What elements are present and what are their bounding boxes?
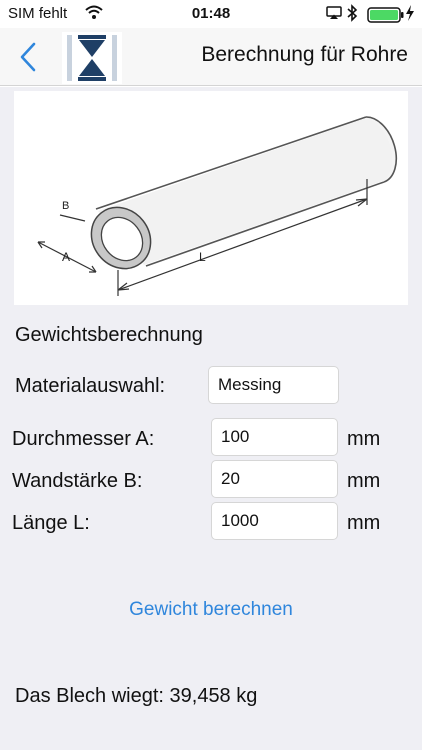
page-title: Berechnung für Rohre: [201, 43, 408, 66]
result-text: Das Blech wiegt: 39,458 kg: [15, 685, 258, 707]
back-button[interactable]: [14, 40, 44, 74]
diameter-input[interactable]: 100: [211, 418, 338, 456]
length-unit: mm: [347, 512, 381, 534]
wall-label: Wandstärke B:: [12, 470, 143, 492]
length-input[interactable]: 1000: [211, 502, 338, 540]
diameter-label: Durchmesser A:: [12, 428, 155, 450]
section-title: Gewichtsberechnung: [15, 324, 203, 346]
navigation-bar: Berechnung für Rohre: [0, 28, 422, 86]
label-b: B: [62, 200, 69, 212]
bluetooth-icon: [346, 4, 358, 26]
material-label: Materialauswahl:: [15, 375, 166, 397]
airplay-icon: [326, 6, 342, 24]
wall-unit: mm: [347, 470, 381, 492]
battery-icon: [367, 7, 405, 27]
diameter-unit: mm: [347, 428, 381, 450]
wall-input[interactable]: 20: [211, 460, 338, 498]
pipe-diagram: L A B: [14, 91, 408, 305]
app-logo-icon: [62, 32, 122, 84]
length-label: Länge L:: [12, 512, 90, 534]
status-bar: SIM fehlt 01:48: [0, 0, 422, 28]
main-content: L A B Gewichtsberechnung Materialauswahl…: [0, 87, 422, 750]
chevron-left-icon: [20, 42, 36, 72]
calculate-button[interactable]: Gewicht berechnen: [0, 599, 422, 621]
label-l: L: [199, 250, 206, 264]
charging-icon: [405, 5, 415, 25]
label-a: A: [62, 250, 70, 264]
material-select[interactable]: Messing: [208, 366, 339, 404]
clock: 01:48: [191, 5, 231, 22]
